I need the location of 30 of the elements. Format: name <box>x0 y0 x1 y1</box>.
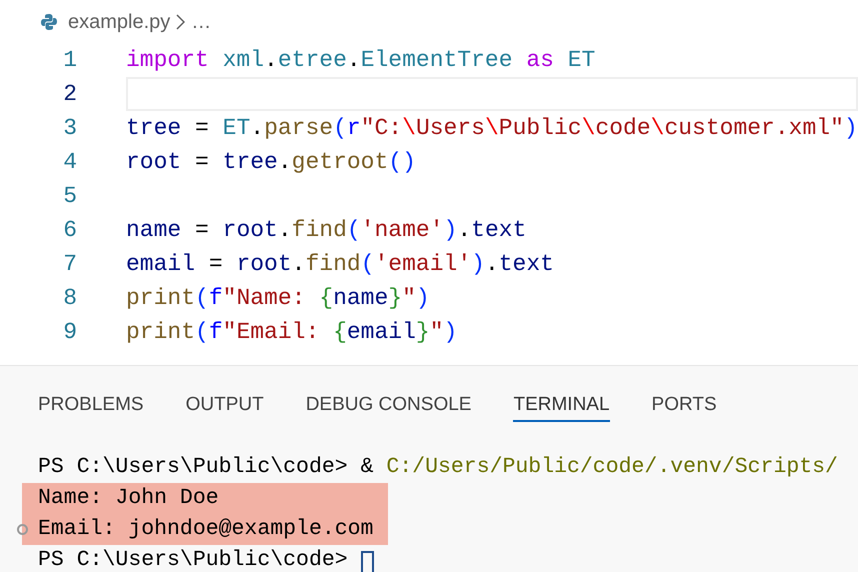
terminal-line: PS C:\Users\Public\code> & C:/Users/Public/code/.venv/Scripts/ <box>38 454 838 482</box>
code-line: tree = ET.parse(r"C:\Users\Public\code\customer.xml") <box>126 114 858 143</box>
line-number: 1 <box>62 46 77 75</box>
code-line: root = tree.getroot() <box>126 148 416 177</box>
terminal-line: PS C:\Users\Public\code> <box>38 547 349 572</box>
line-number: 9 <box>62 318 77 347</box>
line-number: 5 <box>62 182 77 211</box>
line-number: 4 <box>62 148 77 177</box>
chevron-right-icon <box>176 14 186 30</box>
breadcrumb-more[interactable]: … <box>191 6 212 36</box>
line-number: 7 <box>62 250 77 279</box>
panel-tab[interactable]: PROBLEMS <box>38 390 144 422</box>
code-line: email = root.find('email').text <box>126 250 554 279</box>
code-line: import xml.etree.ElementTree as ET <box>126 46 596 75</box>
panel-tab[interactable]: PORTS <box>652 390 717 422</box>
code-line: print(f"Name: {name}") <box>126 284 430 313</box>
panel-tab[interactable]: OUTPUT <box>186 390 264 422</box>
line-number: 8 <box>62 284 77 313</box>
line-number: 2 <box>62 80 77 109</box>
code-line: print(f"Email: {email}") <box>126 318 458 347</box>
line-number: 6 <box>62 216 77 245</box>
terminal-line: Email: johndoe@example.com <box>38 516 374 544</box>
line-number: 3 <box>62 114 77 143</box>
code-line: name = root.find('name').text <box>126 216 526 245</box>
command-decoration-icon[interactable] <box>17 524 28 535</box>
panel-tab[interactable]: DEBUG CONSOLE <box>306 390 472 422</box>
breadcrumb-file[interactable]: example.py <box>68 6 170 36</box>
terminal-line: Name: John Doe <box>38 485 219 512</box>
panel-tab[interactable]: TERMINAL <box>513 390 610 422</box>
python-file-icon <box>40 12 58 30</box>
